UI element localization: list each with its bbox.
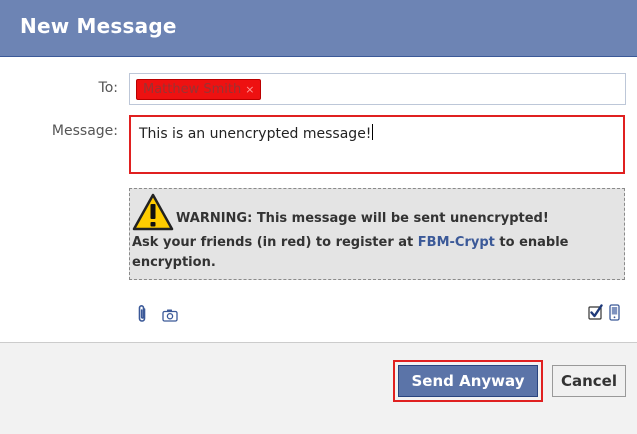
send-anyway-button[interactable]: Send Anyway xyxy=(398,365,538,397)
recipient-token[interactable]: Matthew Smith × xyxy=(136,79,262,100)
warning-icon xyxy=(132,193,174,231)
mobile-phone-icon[interactable] xyxy=(609,304,620,321)
message-text: This is an unencrypted message! xyxy=(139,124,374,142)
camera-icon[interactable] xyxy=(162,308,178,322)
remove-recipient-icon[interactable]: × xyxy=(245,80,254,99)
warning-text-before-link: Ask your friends (in red) to register at xyxy=(132,235,418,250)
message-field[interactable]: This is an unencrypted message! xyxy=(129,115,625,174)
paperclip-icon[interactable] xyxy=(136,304,148,324)
warning-box: WARNING: This message will be sent unenc… xyxy=(129,188,625,280)
warning-instructions: Ask your friends (in red) to register at… xyxy=(132,233,622,273)
new-message-dialog: New Message To: Matthew Smith × Message:… xyxy=(0,0,637,434)
checkbox-icon[interactable] xyxy=(588,304,603,320)
dialog-title-bar: New Message xyxy=(0,0,637,57)
to-field[interactable]: Matthew Smith × xyxy=(129,73,626,105)
fbm-crypt-link[interactable]: FBM-Crypt xyxy=(418,235,495,250)
message-value: This is an unencrypted message! xyxy=(139,126,372,142)
warning-headline: WARNING: This message will be sent unenc… xyxy=(176,211,549,226)
message-label: Message: xyxy=(51,123,118,139)
text-caret xyxy=(372,124,374,140)
recipient-name: Matthew Smith xyxy=(143,82,242,97)
dialog-title: New Message xyxy=(20,14,177,38)
to-label: To: xyxy=(98,80,118,96)
cancel-button[interactable]: Cancel xyxy=(552,365,626,397)
